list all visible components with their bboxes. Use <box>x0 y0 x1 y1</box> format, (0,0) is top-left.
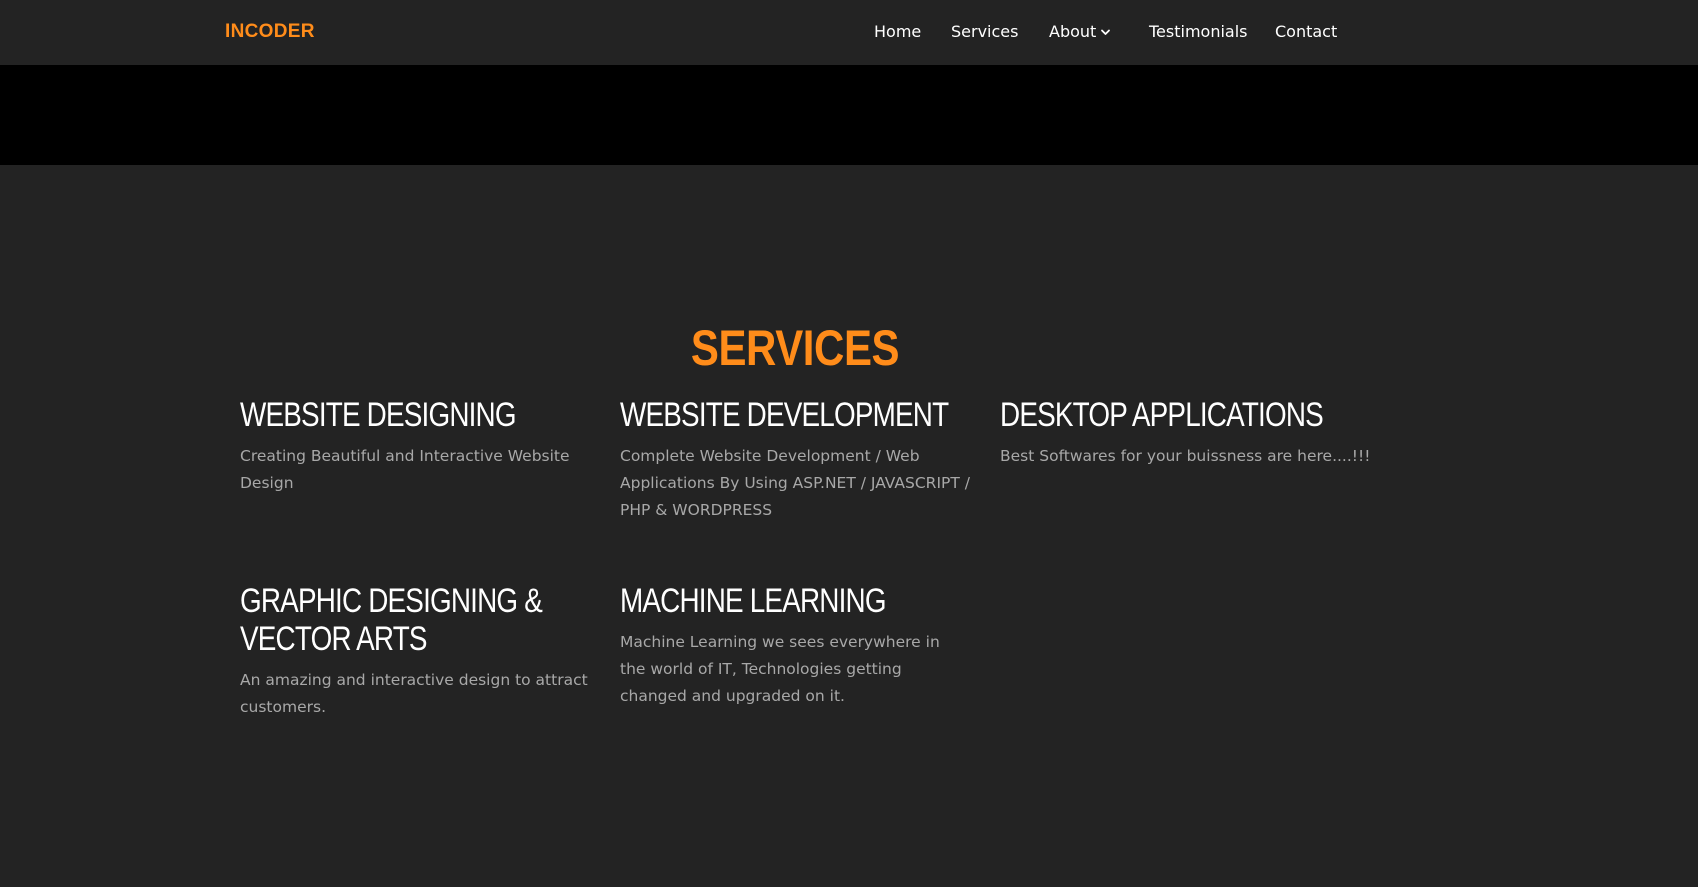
service-card-website-designing: WEBSITE DESIGNING Creating Beautiful and… <box>240 396 590 497</box>
services-heading: SERVICES <box>690 319 900 376</box>
service-title: MACHINE LEARNING <box>620 582 887 620</box>
service-card-website-development: WEBSITE DEVELOPMENT Complete Website Dev… <box>620 396 970 524</box>
brand-logo[interactable]: INCODER <box>225 20 315 44</box>
nav-contact[interactable]: Contact <box>1275 20 1337 44</box>
service-description: An amazing and interactive design to att… <box>240 671 588 716</box>
service-card-machine-learning: MACHINE LEARNING Machine Learning we see… <box>620 582 970 710</box>
service-description: Machine Learning we sees everywhere in t… <box>620 633 940 705</box>
nav-home[interactable]: Home <box>874 20 921 44</box>
service-title: DESKTOP APPLICATIONS <box>1000 396 1324 434</box>
service-title: WEBSITE DEVELOPMENT <box>620 396 949 434</box>
service-card-graphic-designing: GRAPHIC DESIGNING & VECTOR ARTS An amazi… <box>240 582 590 721</box>
hero-banner <box>0 65 1698 165</box>
service-title: WEBSITE DESIGNING <box>240 396 517 434</box>
service-description: Complete Website Development / Web Appli… <box>620 447 970 519</box>
nav-testimonials[interactable]: Testimonials <box>1149 20 1248 44</box>
navbar: INCODER Home Services About Testimonials… <box>0 0 1698 65</box>
nav-services[interactable]: Services <box>951 20 1018 44</box>
chevron-down-icon[interactable] <box>1100 27 1111 38</box>
service-description: Best Softwares for your buissness are he… <box>1000 447 1371 465</box>
service-title: GRAPHIC DESIGNING & VECTOR ARTS <box>240 582 543 658</box>
nav-about[interactable]: About <box>1049 20 1096 44</box>
service-card-desktop-applications: DESKTOP APPLICATIONS Best Softwares for … <box>1000 396 1371 470</box>
service-description: Creating Beautiful and Interactive Websi… <box>240 447 570 492</box>
